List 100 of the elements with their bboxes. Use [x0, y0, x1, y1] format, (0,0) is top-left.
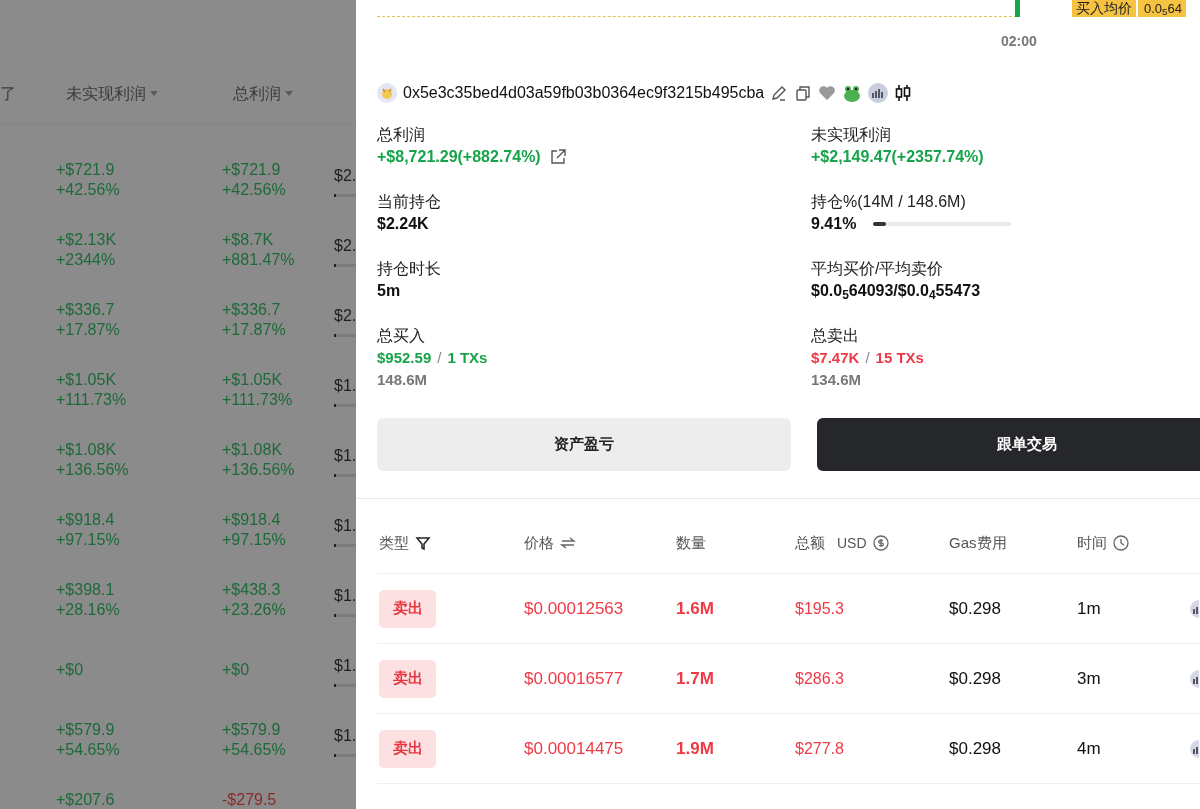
profit-value: +$1.05K — [56, 370, 118, 390]
stat-label: 总利润 — [377, 125, 426, 145]
profit-percent: +111.73% — [222, 390, 294, 410]
wallet-address: 0x5e3c35bed4d03a59fb03b0364ec9f3215b495cba — [403, 82, 765, 103]
profit-value: +$1.08K — [56, 440, 118, 460]
stat-value: +$2,149.47(+2357.74%) — [811, 147, 985, 167]
column-header[interactable]: 总利润 — [233, 82, 281, 106]
action-button[interactable]: 跟单交易 — [817, 418, 1200, 471]
profit-percent: +111.73% — [56, 390, 128, 410]
column-header: 数量 — [676, 532, 706, 553]
token-quantity: 148.6M — [377, 370, 429, 390]
column-header[interactable]: 了 — [0, 82, 16, 106]
profit-percent: +28.16% — [56, 600, 121, 620]
chart-badge-icon[interactable] — [868, 82, 889, 103]
profit-percent: +136.56% — [222, 460, 296, 480]
holding-value: $1. — [334, 445, 356, 466]
time-cell: 3m — [1077, 668, 1101, 688]
profit-percent: +2344% — [56, 250, 117, 270]
holding-value: $1. — [334, 725, 356, 746]
copy-icon[interactable] — [794, 83, 813, 102]
profit-percent: +17.87% — [222, 320, 287, 340]
time-cell: 4m — [1077, 738, 1101, 758]
chart-badge-icon[interactable] — [1189, 599, 1199, 618]
column-header[interactable]: 未实现利润 — [66, 82, 146, 106]
column-header: Gas费用 — [949, 532, 1007, 553]
stat-value: +$8,721.29(+882.74%) — [377, 147, 541, 167]
profit-value: +$918.4 — [222, 510, 282, 530]
holding-value: $1. — [334, 585, 356, 606]
profit-percent: +97.15% — [222, 530, 287, 550]
stat-value: $2.24K — [377, 214, 430, 234]
column-header: 类型 — [379, 532, 409, 553]
total-cell: $195.3 — [795, 599, 844, 617]
avatar-icon — [377, 82, 397, 103]
holding-value: $1. — [334, 515, 356, 536]
profit-value: +$336.7 — [56, 300, 116, 320]
holding-value: $2. — [334, 165, 356, 186]
swap-icon[interactable] — [560, 536, 576, 550]
trade-type-badge: 卖出 — [379, 589, 436, 628]
separator-slash: / — [865, 348, 870, 368]
chart-badge-icon[interactable] — [1189, 669, 1199, 688]
profit-percent: +97.15% — [56, 530, 121, 550]
trade-amount: $952.59 — [377, 348, 432, 368]
profit-value: +$0 — [56, 660, 85, 680]
column-header: 价格 — [524, 532, 554, 553]
time-axis-label: 02:00 — [1001, 33, 1037, 49]
profit-percent: +881.47% — [222, 250, 296, 270]
profit-percent: +42.56% — [56, 180, 121, 200]
amount-cell: 1.6M — [676, 598, 714, 618]
action-button[interactable]: 资产盈亏 — [377, 418, 791, 471]
profit-value: +$579.9 — [222, 720, 282, 740]
stat-label: 平均买价/平均卖价 — [811, 259, 945, 279]
profit-value: +$2.13K — [56, 230, 118, 250]
profit-value: +$398.1 — [56, 580, 116, 600]
holding-value: $2. — [334, 305, 356, 326]
profit-value: +$207.6 — [56, 790, 116, 809]
profit-percent: +42.56% — [222, 180, 287, 200]
gas-fee-cell: $0.298 — [949, 598, 1001, 618]
profit-percent: +54.65% — [222, 740, 287, 760]
profit-percent: +23.26% — [222, 600, 287, 620]
profit-value: +$579.9 — [56, 720, 116, 740]
currency-unit: USD — [837, 533, 867, 553]
profit-value: +$336.7 — [222, 300, 282, 320]
holding-value: $1. — [334, 375, 356, 396]
stat-value: 5m — [377, 281, 402, 301]
trade-count: 1 TXs — [447, 348, 488, 368]
column-header: 总额 — [795, 532, 825, 553]
stat-label: 持仓%(14M / 148.6M) — [811, 192, 967, 212]
profit-value: +$918.4 — [56, 510, 116, 530]
dollar-coin-icon[interactable] — [872, 535, 889, 551]
stat-label: 当前持仓 — [377, 192, 442, 212]
clock-icon[interactable] — [1113, 535, 1129, 551]
candle-icon — [1015, 0, 1020, 17]
total-cell: $286.3 — [795, 669, 844, 687]
stat-value: 9.41% — [811, 214, 857, 234]
trade-amount: $7.47K — [811, 348, 860, 368]
holding-value: $2. — [334, 235, 356, 256]
stat-value: $0.0$_{5}$64093/$0.0$_{4}$55473 — [811, 281, 982, 302]
stat-label: 未实现利润 — [811, 125, 892, 145]
profit-value: -$279.5 — [222, 790, 278, 809]
filter-icon[interactable] — [415, 535, 431, 551]
chart-badge-icon[interactable] — [1189, 739, 1199, 758]
price-cell: $0.00016577 — [524, 668, 624, 688]
amount-cell: 1.9M — [676, 738, 714, 758]
stat-label: 总买入 — [377, 326, 426, 346]
profit-percent: +136.56% — [56, 460, 130, 480]
profit-percent: +17.87% — [56, 320, 121, 340]
profit-value: +$8.7K — [222, 230, 275, 250]
trade-type-badge: 卖出 — [379, 659, 436, 698]
external-link-icon[interactable] — [548, 148, 567, 166]
separator-slash: / — [437, 348, 442, 368]
candlestick-icon[interactable] — [894, 83, 913, 102]
profit-value: +$1.08K — [222, 440, 284, 460]
time-cell: 1m — [1077, 598, 1101, 618]
trade-count: 15 TXs — [875, 348, 924, 368]
heart-icon[interactable] — [818, 84, 837, 101]
profit-value: +$0 — [222, 660, 251, 680]
profit-value: +$438.3 — [222, 580, 282, 600]
profit-value: +$721.9 — [222, 160, 282, 180]
trade-type-badge: 卖出 — [379, 729, 436, 768]
avg-buy-price-tag: 0.0$_{5}$64 — [1138, 0, 1186, 17]
